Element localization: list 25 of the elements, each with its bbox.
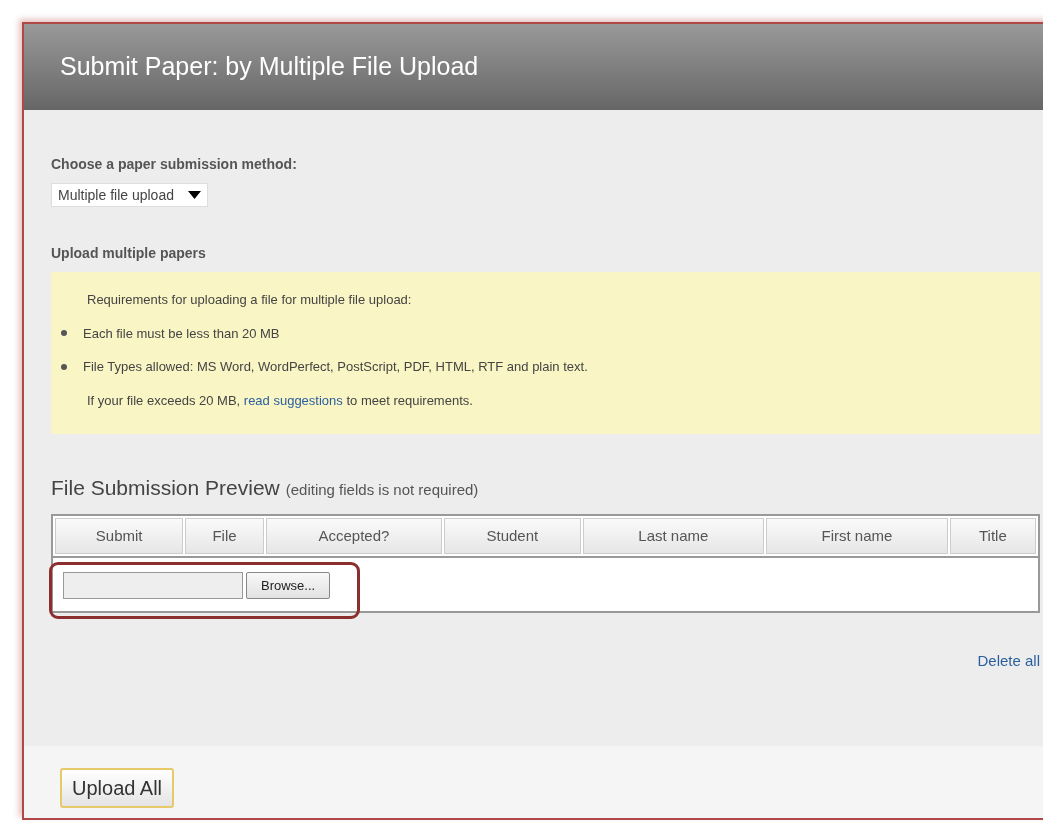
column-header: First name	[766, 517, 948, 554]
preview-hint: (editing fields is not required)	[285, 480, 479, 500]
preview-title: File Submission Preview	[51, 475, 280, 501]
field-label: Choose a paper submission method:	[51, 155, 298, 174]
bullet-icon	[61, 363, 67, 370]
requirements-note: If your file exceeds 20 MB, read suggestions to meet requirements.	[86, 391, 474, 410]
column-header: Student	[444, 517, 581, 554]
column-header: Accepted?	[265, 517, 443, 554]
requirement-item: File Types allowed: MS Word, WordPerfect, PostScript, PDF, HTML, RTF and plain text.	[83, 358, 588, 376]
dropdown-arrow-icon	[187, 191, 201, 199]
method-dropdown[interactable]: Multiple file upload	[51, 183, 208, 207]
column-header: File	[185, 517, 264, 554]
delete-all-link[interactable]: Delete all	[977, 652, 1040, 669]
requirement-item: Each file must be less than 20 MB	[83, 324, 280, 343]
browse-button[interactable]: Browse...	[246, 572, 331, 599]
column-header: Submit	[55, 517, 184, 554]
page-title: Submit Paper: by Multiple File Upload	[60, 51, 479, 83]
column-header: Title	[949, 517, 1036, 554]
section-title: Upload multiple papers	[51, 244, 207, 263]
requirements-intro: Requirements for uploading a file for multiple file upload:	[86, 291, 413, 309]
suggestions-link[interactable]: read suggestions	[243, 392, 343, 408]
file-path-field[interactable]	[63, 572, 243, 599]
column-header: Last name	[582, 517, 765, 554]
upload-all-button[interactable]: Upload All	[60, 768, 175, 808]
bullet-icon	[61, 330, 67, 337]
